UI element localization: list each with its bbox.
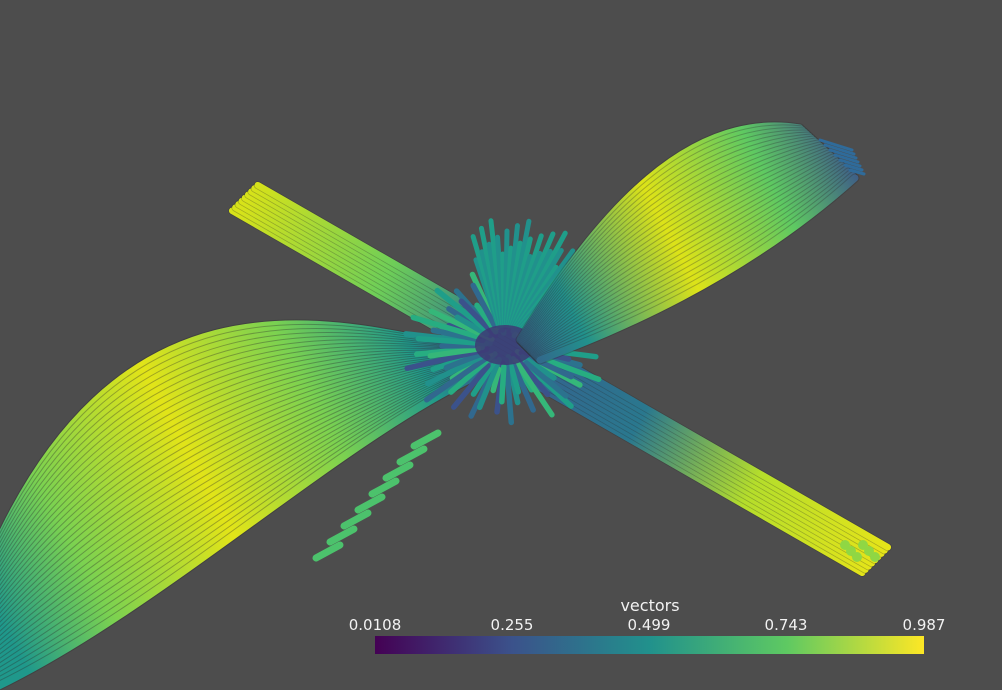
tube-end-cap: [852, 552, 862, 562]
streamline: [396, 445, 428, 466]
colorbar-tick: 0.0108: [348, 616, 402, 634]
streamline: [368, 477, 400, 498]
streamline: [382, 461, 414, 482]
streamline: [312, 541, 344, 562]
streamline: [439, 342, 477, 349]
colorbar-tick: 0.987: [902, 616, 946, 634]
streamline: [340, 509, 372, 530]
colorbar-tick: 0.499: [627, 616, 671, 634]
scalar-colorbar: vectors 0.0108 0.255 0.499 0.743 0.987: [340, 596, 950, 660]
tube-end-cap: [870, 552, 880, 562]
streamline: [499, 363, 507, 405]
colorbar-title: vectors: [620, 596, 680, 615]
streamline: [354, 493, 386, 514]
colorbar-tick: 0.743: [764, 616, 808, 634]
streamline: [410, 429, 442, 450]
streamlines-right-lobe: [515, 121, 866, 365]
colorbar-tick: 0.255: [490, 616, 534, 634]
colorbar-gradient: [375, 636, 924, 654]
streamline-render: [0, 121, 892, 690]
streamline: [326, 525, 358, 546]
